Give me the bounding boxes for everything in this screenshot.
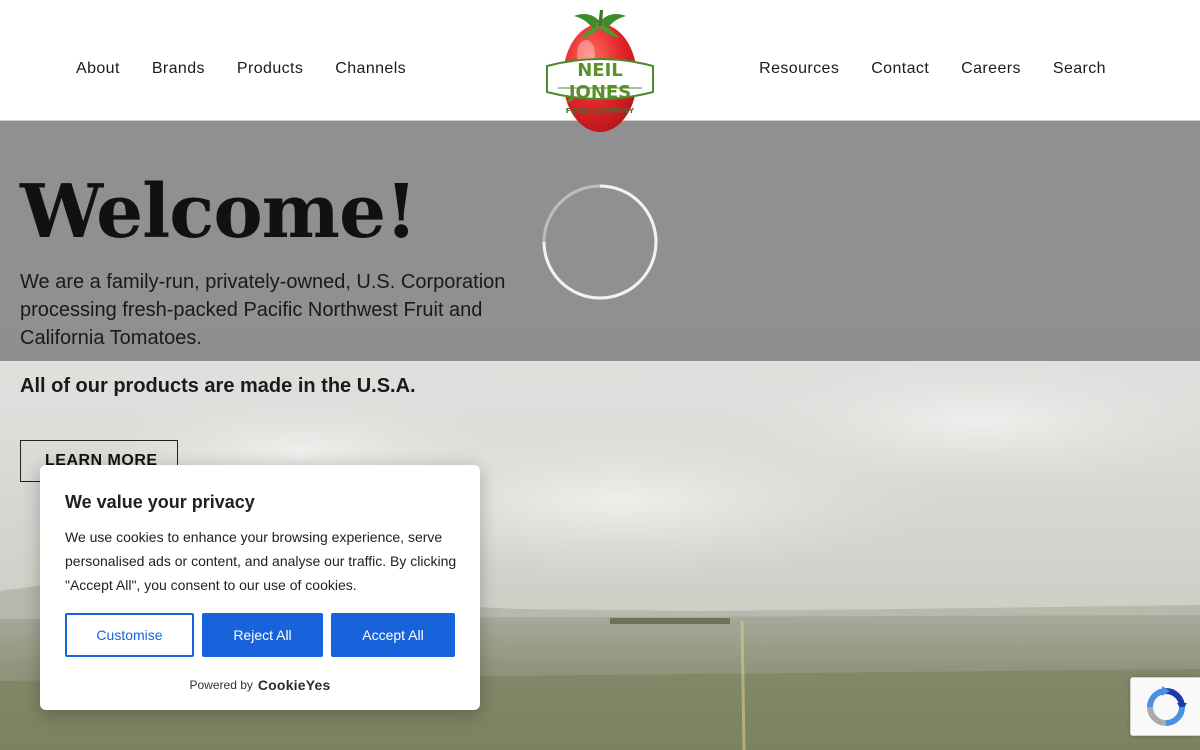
nav-brands[interactable]: Brands <box>152 58 205 80</box>
accept-all-button[interactable]: Accept All <box>331 613 455 657</box>
loading-spinner-icon <box>542 184 658 300</box>
logo-wordmark: NEIL JONES FOOD COMPANY <box>544 60 656 116</box>
recaptcha-badge[interactable] <box>1130 677 1200 736</box>
cookieyes-logo[interactable]: CookieYes <box>258 677 331 693</box>
cookie-banner-title: We value your privacy <box>65 492 255 512</box>
powered-by-label: Powered by <box>189 678 253 692</box>
primary-nav-right: Resources Contact Careers Search <box>759 58 1106 80</box>
nav-resources[interactable]: Resources <box>759 58 839 80</box>
nav-contact[interactable]: Contact <box>871 58 929 80</box>
logo-line-1: NEIL JONES <box>568 60 632 103</box>
customise-button[interactable]: Customise <box>65 613 194 657</box>
nav-products[interactable]: Products <box>237 58 303 80</box>
nav-channels[interactable]: Channels <box>335 58 406 80</box>
hero-intro-text: We are a family-run, privately-owned, U.… <box>20 271 506 349</box>
site-logo[interactable]: NEIL JONES FOOD COMPANY <box>544 8 656 136</box>
primary-nav-left: About Brands Products Channels <box>76 58 406 80</box>
recaptcha-icon <box>1147 686 1187 726</box>
page-title: Welcome! <box>20 169 418 255</box>
nav-careers[interactable]: Careers <box>961 58 1021 80</box>
cookie-banner-description: We use cookies to enhance your browsing … <box>65 529 457 593</box>
cookie-consent-banner: We value your privacy We use cookies to … <box>40 465 480 710</box>
reject-all-button[interactable]: Reject All <box>202 613 323 657</box>
made-in-usa-text: All of our products are made in the U.S.… <box>20 375 416 397</box>
logo-line-2: FOOD COMPANY <box>565 107 635 115</box>
nav-about[interactable]: About <box>76 58 120 80</box>
powered-by: Powered by CookieYes <box>40 677 480 693</box>
nav-search[interactable]: Search <box>1053 58 1106 80</box>
